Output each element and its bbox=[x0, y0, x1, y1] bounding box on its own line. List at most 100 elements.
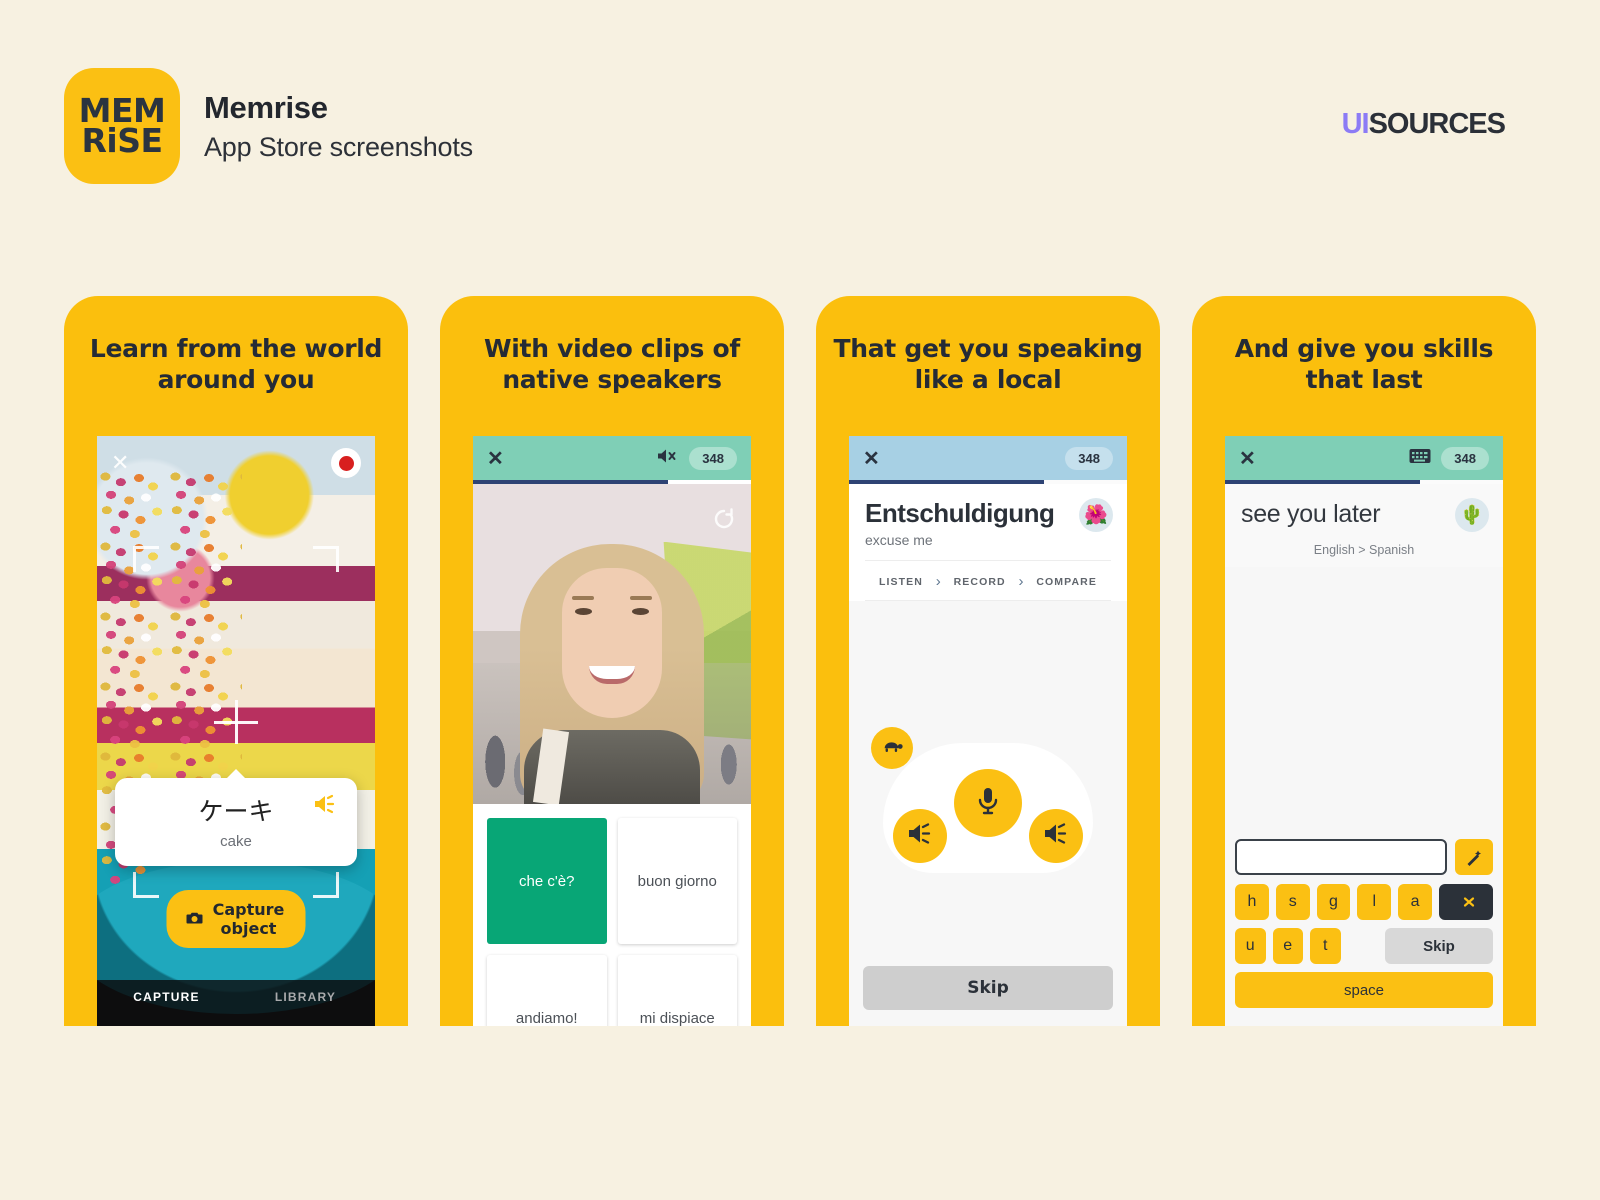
page-header: MEM RiSE Memrise App Store screenshots bbox=[64, 68, 473, 184]
panel-1-phone-screen: ✕ ケーキ cake Capture object CAPTURE LIBRAR… bbox=[97, 436, 375, 1026]
replay-icon[interactable] bbox=[711, 506, 737, 537]
panel-1-headline: Learn from the world around you bbox=[89, 334, 383, 394]
close-icon[interactable]: ✕ bbox=[111, 452, 129, 474]
viewfinder-corner-br bbox=[313, 872, 339, 898]
pronunciation-screen: ✕ 348 Entschuldigung excuse me 🌺 LISTEN … bbox=[849, 436, 1127, 1026]
prompt-header: Entschuldigung excuse me 🌺 LISTEN › RECO… bbox=[849, 484, 1127, 601]
camera-icon bbox=[186, 910, 204, 929]
record-button[interactable] bbox=[954, 769, 1022, 837]
panel-2-phone-screen: ✕ 348 che c'è? buon giorno andiamo! mi d… bbox=[473, 436, 751, 1026]
screenshot-panels: Learn from the world around you ✕ ケーキ ca… bbox=[64, 296, 1536, 1026]
uisources-watermark: UISOURCES bbox=[1341, 108, 1506, 141]
speaker-icon[interactable] bbox=[313, 794, 337, 819]
play-left-button[interactable] bbox=[893, 809, 947, 863]
key-g[interactable]: g bbox=[1316, 884, 1351, 920]
key-s[interactable]: s bbox=[1275, 884, 1310, 920]
keyboard-gap bbox=[1348, 928, 1379, 964]
play-right-button[interactable] bbox=[1029, 809, 1083, 863]
panel-2-headline: With video clips of native speakers bbox=[484, 334, 740, 394]
chevron-right-icon: › bbox=[935, 573, 941, 590]
keyboard-row-3: space bbox=[1235, 972, 1493, 1008]
speaker-muted-icon[interactable] bbox=[657, 448, 679, 469]
panel-video-clips: With video clips of native speakers ✕ 34… bbox=[440, 296, 784, 1026]
close-icon[interactable]: ✕ bbox=[1239, 446, 1256, 471]
answer-tile[interactable]: andiamo! bbox=[487, 955, 607, 1026]
panel-pronunciation: That get you speaking like a local ✕ 348… bbox=[816, 296, 1160, 1026]
points-badge: 348 bbox=[1065, 446, 1113, 470]
panel-3-phone-screen: ✕ 348 Entschuldigung excuse me 🌺 LISTEN … bbox=[849, 436, 1127, 1026]
panel-4-top-bar-right: 348 bbox=[1409, 446, 1489, 470]
language-direction: English > Spanish bbox=[1313, 543, 1415, 557]
watermark-prefix: UI bbox=[1341, 108, 1370, 140]
word-card[interactable]: ケーキ cake bbox=[115, 769, 357, 866]
panel-4-headline: And give you skills that last bbox=[1234, 334, 1494, 394]
native-speaker-video[interactable] bbox=[473, 484, 751, 804]
app-store-screenshot-board: MEM RiSE Memrise App Store screenshots U… bbox=[0, 0, 1600, 1200]
word-card-translation: cake bbox=[220, 833, 252, 850]
key-u[interactable]: u bbox=[1235, 928, 1266, 964]
keyboard-row-2: u e t Skip bbox=[1235, 928, 1493, 964]
skip-button[interactable]: Skip bbox=[863, 966, 1113, 1010]
viewfinder-crosshair-icon bbox=[214, 700, 258, 744]
key-e[interactable]: e bbox=[1272, 928, 1303, 964]
speaker-brow-left bbox=[572, 596, 594, 600]
answer-tile[interactable]: mi dispiace bbox=[617, 955, 737, 1026]
capture-object-label: Capture object bbox=[212, 900, 285, 938]
key-a[interactable]: a bbox=[1398, 884, 1432, 920]
speaker-brow-right bbox=[630, 596, 652, 600]
panel-2-top-bar: ✕ 348 bbox=[473, 436, 751, 480]
prompt-header: see you later 🌵 English > Spanish bbox=[1225, 484, 1503, 567]
answer-tile[interactable]: che c'è? bbox=[487, 818, 607, 944]
speaker-face bbox=[562, 568, 662, 718]
keyboard-icon[interactable] bbox=[1409, 448, 1431, 469]
panel-4-top-bar: ✕ 348 bbox=[1225, 436, 1503, 480]
key-t[interactable]: t bbox=[1310, 928, 1341, 964]
memrise-logo: MEM RiSE bbox=[64, 68, 180, 184]
step-record: RECORD bbox=[953, 575, 1006, 588]
tab-capture[interactable]: CAPTURE bbox=[97, 990, 236, 1004]
page-subtitle: App Store screenshots bbox=[204, 131, 473, 162]
magic-wand-icon[interactable] bbox=[1455, 839, 1493, 875]
answer-tiles: che c'è? buon giorno andiamo! mi dispiac… bbox=[473, 804, 751, 1026]
camera-viewfinder-screen: ✕ ケーキ cake Capture object CAPTURE LIBRAR… bbox=[97, 436, 375, 1026]
panel-3-top-bar-right: 348 bbox=[1065, 446, 1113, 470]
step-compare: COMPARE bbox=[1036, 575, 1097, 588]
points-badge: 348 bbox=[1441, 446, 1489, 470]
keyboard-row-1: h s g l a bbox=[1235, 884, 1493, 920]
recording-controls-area bbox=[849, 601, 1127, 966]
panel-3-headline: That get you speaking like a local bbox=[833, 334, 1143, 394]
key-h[interactable]: h bbox=[1235, 884, 1269, 920]
space-key[interactable]: space bbox=[1235, 972, 1493, 1008]
record-dot-icon[interactable] bbox=[331, 448, 361, 478]
flower-avatar-icon: 🌺 bbox=[1079, 498, 1113, 532]
brand-text: Memrise App Store screenshots bbox=[204, 90, 473, 163]
step-listen: LISTEN bbox=[879, 575, 923, 588]
word-card-main: ケーキ bbox=[131, 792, 341, 828]
points-badge: 348 bbox=[689, 446, 737, 470]
speaker-eye-left bbox=[575, 608, 592, 615]
panel-4-phone-screen: ✕ 348 see you later 🌵 English > Spanish … bbox=[1225, 436, 1503, 1026]
close-icon[interactable]: ✕ bbox=[863, 446, 880, 471]
answer-area bbox=[1225, 567, 1503, 839]
prompt-term: Entschuldigung bbox=[865, 498, 1055, 528]
typing-test-screen: ✕ 348 see you later 🌵 English > Spanish … bbox=[1225, 436, 1503, 1026]
panel-capture: Learn from the world around you ✕ ケーキ ca… bbox=[64, 296, 408, 1026]
answer-input[interactable] bbox=[1235, 839, 1447, 875]
answer-tile[interactable]: buon giorno bbox=[617, 818, 737, 944]
close-icon[interactable]: ✕ bbox=[487, 446, 504, 471]
video-speaker bbox=[512, 534, 712, 804]
skip-button[interactable]: Skip bbox=[1385, 928, 1493, 964]
slow-speed-button[interactable] bbox=[871, 727, 913, 769]
camera-tab-bar: CAPTURE LIBRARY bbox=[97, 980, 375, 1026]
viewfinder-corner-tr bbox=[313, 546, 339, 572]
tab-library[interactable]: LIBRARY bbox=[236, 990, 375, 1004]
capture-object-button[interactable]: Capture object bbox=[166, 890, 306, 948]
speaker-eye-right bbox=[632, 608, 649, 615]
watermark-suffix: SOURCES bbox=[1368, 108, 1506, 140]
key-l[interactable]: l bbox=[1357, 884, 1392, 920]
step-indicator: LISTEN › RECORD › COMPARE bbox=[865, 560, 1111, 601]
backspace-icon[interactable] bbox=[1438, 884, 1493, 920]
chevron-right-icon: › bbox=[1018, 573, 1024, 590]
viewfinder-corner-bl bbox=[133, 872, 159, 898]
answer-input-row bbox=[1235, 839, 1493, 875]
